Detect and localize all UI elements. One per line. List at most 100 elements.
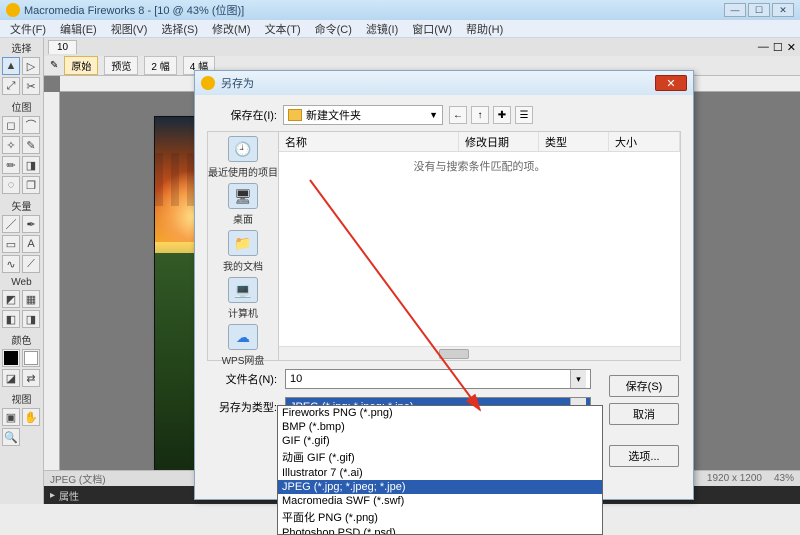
pen-tool[interactable]: ✒	[22, 215, 40, 233]
toolgroup-vector-label: 矢量	[2, 198, 41, 213]
swap-colors[interactable]: ⇄	[22, 369, 40, 387]
menu-modify[interactable]: 修改(M)	[206, 20, 257, 38]
view-original-button[interactable]: 原始	[64, 56, 98, 75]
screen-mode-tool[interactable]: ▣	[2, 408, 20, 426]
menu-text[interactable]: 文本(T)	[259, 20, 307, 38]
save-type-option[interactable]: Photoshop PSD (*.psd)	[278, 526, 602, 535]
stroke-color[interactable]	[2, 349, 20, 367]
save-button[interactable]: 保存(S)	[609, 375, 679, 397]
save-type-option[interactable]: JPEG (*.jpg; *.jpeg; *.jpe)	[278, 480, 602, 494]
menu-commands[interactable]: 命令(C)	[309, 20, 358, 38]
doc-close-icon[interactable]: ✕	[787, 41, 796, 54]
lasso-tool[interactable]: ⌒	[22, 116, 40, 134]
zoom-tool[interactable]: 🔍	[2, 428, 20, 446]
file-list-header: 名称 修改日期 类型 大小	[279, 132, 680, 152]
place-recent[interactable]: 🕘最近使用的项目	[208, 136, 278, 179]
subselect-tool[interactable]: ▷	[22, 57, 40, 75]
menu-edit[interactable]: 编辑(E)	[54, 20, 103, 38]
menu-window[interactable]: 窗口(W)	[406, 20, 458, 38]
document-tabbar: 10 — ☐ ✕	[44, 38, 800, 56]
place-desktop[interactable]: 🖥桌面	[228, 183, 258, 226]
ruler-vertical	[44, 92, 60, 470]
save-in-value: 新建文件夹	[306, 107, 361, 123]
dialog-icon	[201, 76, 215, 90]
pencil-tool[interactable]: ✏	[2, 156, 20, 174]
doc-maximize-icon[interactable]: ☐	[773, 41, 783, 54]
show-slice-tool[interactable]: ◨	[22, 310, 40, 328]
dialog-title: 另存为	[221, 75, 254, 91]
brush-tool[interactable]: ✎	[22, 136, 40, 154]
col-date[interactable]: 修改日期	[459, 132, 539, 151]
save-in-label: 保存在(I):	[207, 107, 277, 123]
default-colors[interactable]: ◪	[2, 369, 20, 387]
rect-tool[interactable]: ▭	[2, 235, 20, 253]
scale-tool[interactable]: ⤢	[2, 77, 20, 95]
blur-tool[interactable]: ◌	[2, 176, 20, 194]
save-type-option[interactable]: BMP (*.bmp)	[278, 420, 602, 434]
wand-tool[interactable]: ✧	[2, 136, 20, 154]
new-folder-icon[interactable]: ✚	[493, 106, 511, 124]
save-type-option[interactable]: Macromedia SWF (*.swf)	[278, 494, 602, 508]
save-type-option[interactable]: 动画 GIF (*.gif)	[278, 448, 602, 466]
toolgroup-select-label: 选择	[2, 40, 41, 55]
marquee-tool[interactable]: ◻	[2, 116, 20, 134]
col-name[interactable]: 名称	[279, 132, 459, 151]
hide-slice-tool[interactable]: ◧	[2, 310, 20, 328]
crop-tool[interactable]: ✂	[22, 77, 40, 95]
eraser-tool[interactable]: ◨	[22, 156, 40, 174]
menu-view[interactable]: 视图(V)	[105, 20, 154, 38]
toolgroup-view-label: 视图	[2, 391, 41, 406]
minimize-button[interactable]: —	[724, 3, 746, 17]
places-sidebar: 🕘最近使用的项目 🖥桌面 📁我的文档 💻计算机 ☁WPS网盘	[207, 131, 279, 361]
menu-file[interactable]: 文件(F)	[4, 20, 52, 38]
menu-select[interactable]: 选择(S)	[155, 20, 204, 38]
place-computer[interactable]: 💻计算机	[228, 277, 258, 320]
menu-help[interactable]: 帮助(H)	[460, 20, 509, 38]
status-format: JPEG (文档)	[50, 471, 106, 486]
save-type-option[interactable]: Illustrator 7 (*.ai)	[278, 466, 602, 480]
save-type-dropdown[interactable]: Fireworks PNG (*.png)BMP (*.bmp)GIF (*.g…	[277, 405, 603, 535]
save-type-option[interactable]: Fireworks PNG (*.png)	[278, 406, 602, 420]
file-list[interactable]: 名称 修改日期 类型 大小 没有与搜索条件匹配的项。	[279, 131, 681, 361]
save-type-label: 另存为类型:	[207, 399, 277, 415]
app-titlebar: Macromedia Fireworks 8 - [10 @ 43% (位图)]…	[0, 0, 800, 20]
filename-value: 10	[290, 373, 302, 385]
doc-minimize-icon[interactable]: —	[758, 41, 769, 54]
pointer-tool[interactable]: ▲	[2, 57, 20, 75]
fill-color[interactable]	[22, 349, 40, 367]
hand-tool[interactable]: ✋	[22, 408, 40, 426]
col-type[interactable]: 类型	[539, 132, 609, 151]
options-button[interactable]: 选项...	[609, 445, 679, 467]
save-in-select[interactable]: 新建文件夹 ▼	[283, 105, 443, 125]
view-preview-button[interactable]: 预览	[104, 56, 138, 75]
col-size[interactable]: 大小	[609, 132, 680, 151]
save-type-option[interactable]: 平面化 PNG (*.png)	[278, 508, 602, 526]
line-tool[interactable]: ／	[2, 215, 20, 233]
knife-tool[interactable]: ⟋	[22, 255, 40, 273]
save-type-option[interactable]: GIF (*.gif)	[278, 434, 602, 448]
freeform-tool[interactable]: ∿	[2, 255, 20, 273]
hotspot-tool[interactable]: ◩	[2, 290, 20, 308]
place-documents[interactable]: 📁我的文档	[223, 230, 263, 273]
view-menu-icon[interactable]: ☰	[515, 106, 533, 124]
cancel-button[interactable]: 取消	[609, 403, 679, 425]
nav-back-icon[interactable]: ←	[449, 106, 467, 124]
maximize-button[interactable]: ☐	[748, 3, 770, 17]
chevron-down-icon[interactable]: ▾	[570, 370, 586, 388]
expand-icon[interactable]: ▸	[50, 490, 55, 501]
view-2up-button[interactable]: 2 幅	[144, 56, 176, 75]
place-wps[interactable]: ☁WPS网盘	[222, 324, 265, 367]
menubar: 文件(F) 编辑(E) 视图(V) 选择(S) 修改(M) 文本(T) 命令(C…	[0, 20, 800, 38]
filename-input[interactable]: 10 ▾	[285, 369, 591, 389]
text-tool[interactable]: A	[22, 235, 40, 253]
nav-up-icon[interactable]: ↑	[471, 106, 489, 124]
stamp-tool[interactable]: ❐	[22, 176, 40, 194]
status-zoom[interactable]: 43%	[774, 473, 794, 484]
file-list-empty: 没有与搜索条件匹配的项。	[279, 152, 680, 346]
document-tab[interactable]: 10	[48, 40, 77, 54]
file-list-scrollbar[interactable]	[279, 346, 680, 360]
menu-filters[interactable]: 滤镜(I)	[360, 20, 404, 38]
dialog-close-button[interactable]: ✕	[655, 75, 687, 91]
close-button[interactable]: ✕	[772, 3, 794, 17]
slice-tool[interactable]: ▦	[22, 290, 40, 308]
